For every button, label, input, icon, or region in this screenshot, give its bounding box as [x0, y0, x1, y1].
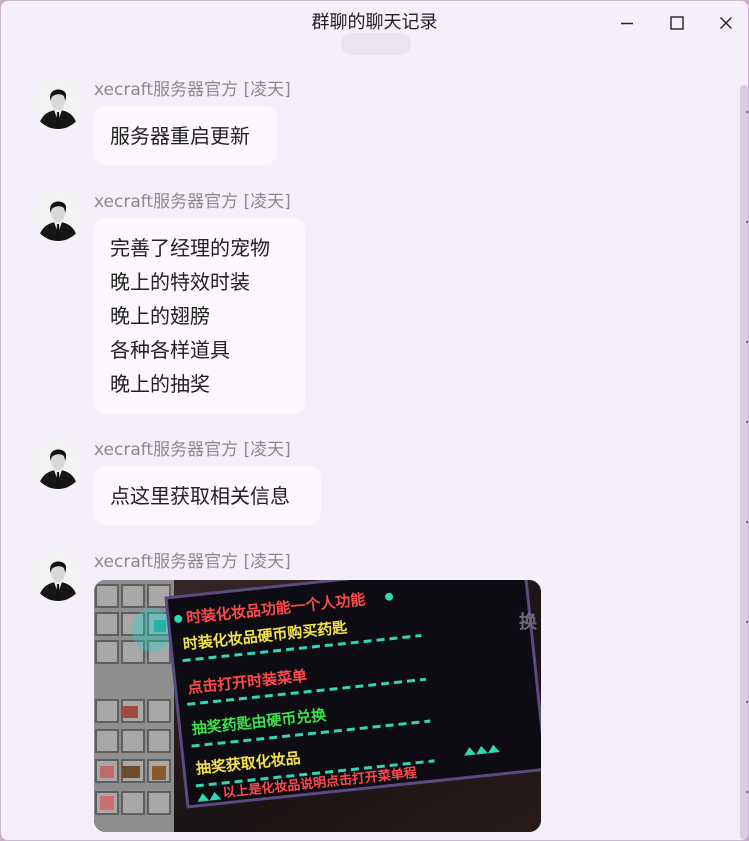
close-button[interactable] — [701, 1, 748, 45]
avatar[interactable] — [33, 439, 83, 489]
message-text: 各种各样道具 — [110, 338, 230, 362]
sender-name: xecraft服务器官方 [凌天] — [94, 192, 291, 212]
message-text: 服务器重启更新 — [110, 124, 250, 148]
person-portrait-icon — [33, 439, 83, 489]
sender-name: xecraft服务器官方 [凌天] — [94, 440, 291, 460]
game-screenshot-image: 时装化妆品功能一个人功能 时装化妆品硬币购买药匙 点击打开时装菜单 抽奖药匙由硬… — [94, 580, 541, 832]
avatar[interactable] — [33, 191, 83, 241]
message-image[interactable]: 时装化妆品功能一个人功能 时装化妆品硬币购买药匙 点击打开时装菜单 抽奖药匙由硬… — [94, 580, 541, 832]
avatar[interactable] — [33, 551, 83, 601]
message-text: 完善了经理的宠物 — [110, 236, 270, 260]
side-text: 换 — [519, 611, 538, 633]
minimize-button[interactable] — [602, 1, 652, 45]
close-icon — [720, 17, 732, 29]
message-text: 晚上的抽奖 — [110, 372, 210, 396]
maximize-icon — [670, 16, 684, 30]
message-text: 晚上的特效时装 — [110, 270, 250, 294]
message-text: 晚上的翅膀 — [110, 304, 210, 328]
message-bubble[interactable]: 服务器重启更新 — [94, 106, 277, 165]
maximize-button[interactable] — [652, 1, 702, 45]
chat-history-window: 群聊的聊天记录 xecraft服务器官方 [凌天] 服务器重启更新 xecraf… — [0, 0, 749, 841]
sender-name: xecraft服务器官方 [凌天] — [94, 552, 291, 572]
message-bubble[interactable]: 完善了经理的宠物 晚上的特效时装 晚上的翅膀 各种各样道具 晚上的抽奖 — [94, 218, 305, 414]
message-link-text[interactable]: 点这里获取相关信息 — [110, 479, 305, 513]
timestamp-pill — [341, 33, 411, 55]
person-portrait-icon — [33, 551, 83, 601]
minimize-icon — [621, 22, 633, 25]
sender-name: xecraft服务器官方 [凌天] — [94, 80, 291, 100]
person-portrait-icon — [33, 79, 83, 129]
message-bubble[interactable]: 点这里获取相关信息 — [94, 466, 321, 525]
avatar[interactable] — [33, 79, 83, 129]
person-portrait-icon — [33, 191, 83, 241]
